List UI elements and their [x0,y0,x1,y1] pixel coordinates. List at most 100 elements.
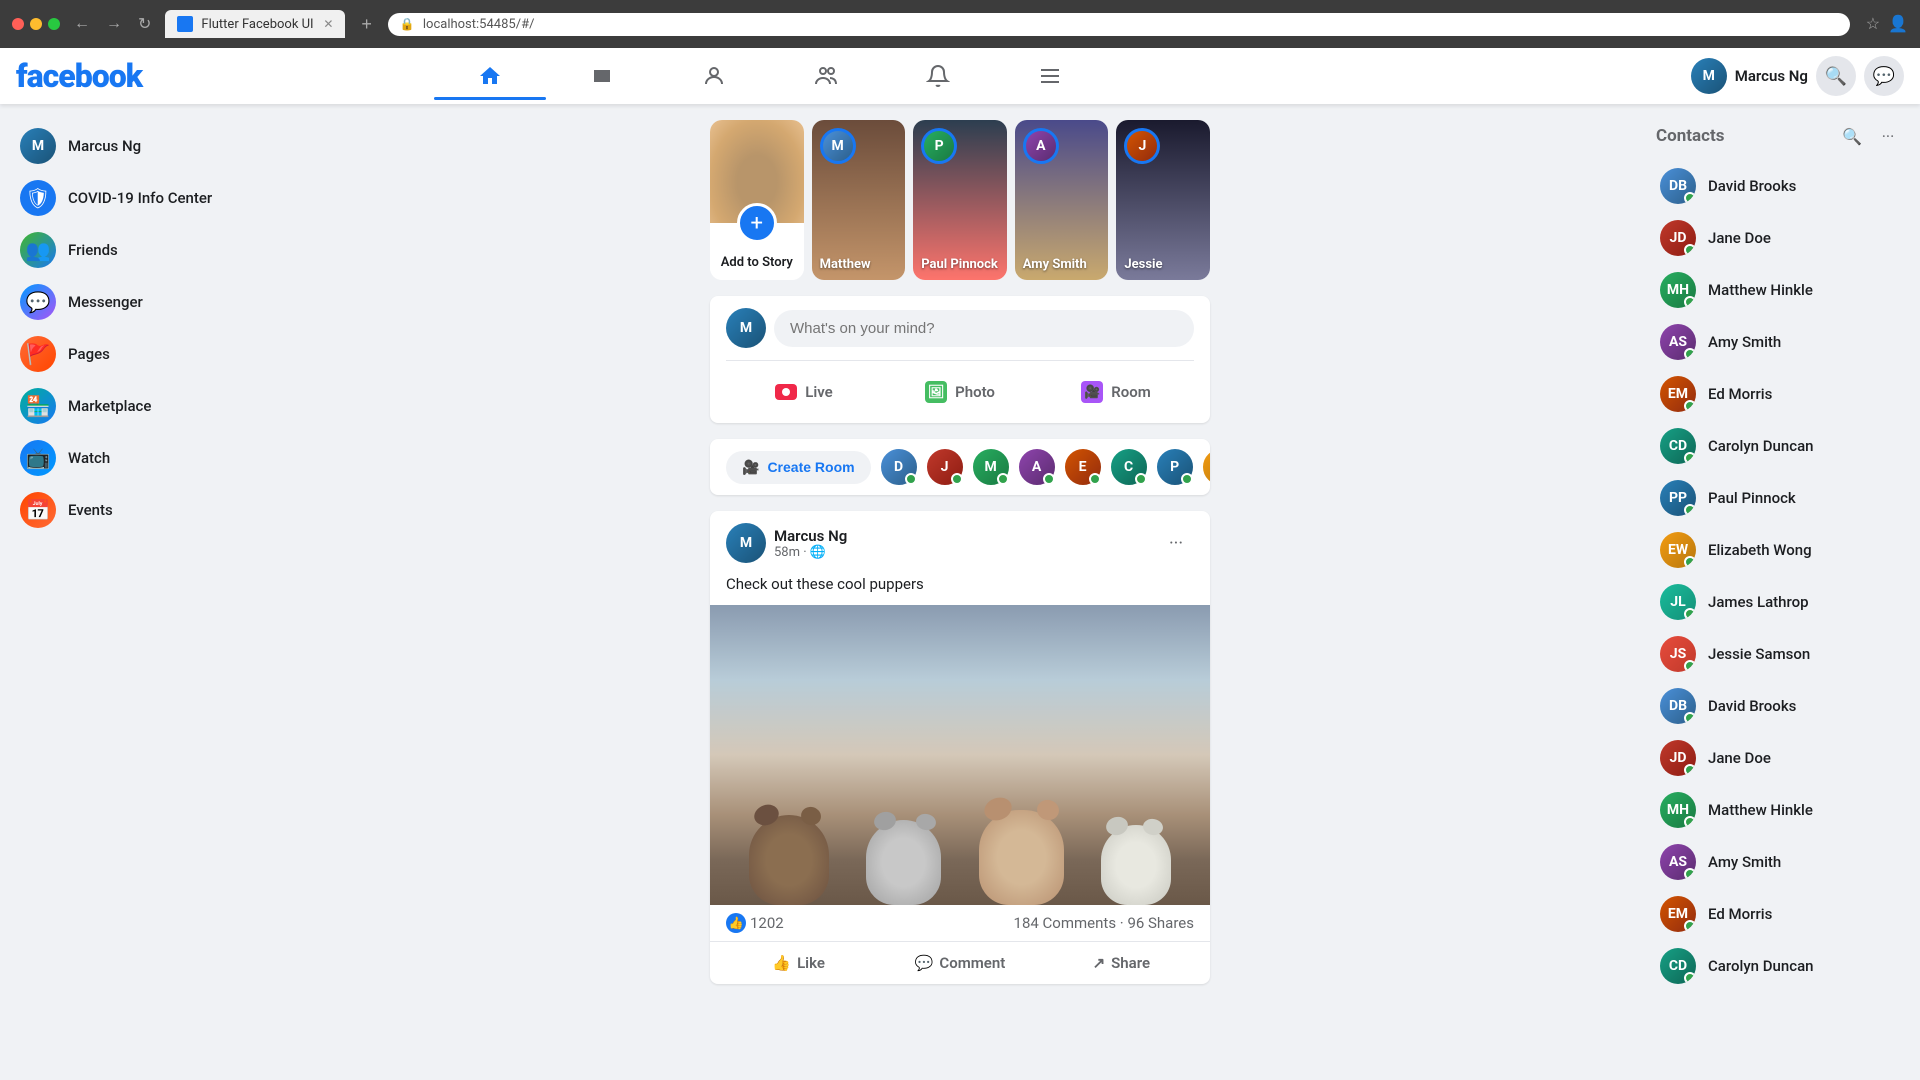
browser-back-button[interactable]: ← [68,12,96,36]
story-jessie-name: Jessie [1124,257,1202,272]
room-avatar-4: A [1017,447,1057,487]
browser-url: localhost:54485/#/ [423,17,535,32]
room-bar: 🎥 Create Room D J M [710,439,1210,495]
online-dot-1 [905,473,917,485]
post-comment-button[interactable]: 💬 Comment [879,946,1040,980]
post-header: M Marcus Ng 58m · 🌐 ··· [710,511,1210,575]
contact-item-11[interactable]: JD Jane Doe [1648,732,1912,784]
contact-item-0[interactable]: DB David Brooks [1648,160,1912,212]
browser-tab[interactable]: Flutter Facebook UI ✕ [165,10,345,38]
browser-dot-red[interactable] [12,18,24,30]
story-matthew[interactable]: M Matthew [812,120,906,280]
browser-dot-yellow[interactable] [30,18,42,30]
contact-item-5[interactable]: CD Carolyn Duncan [1648,420,1912,472]
live-icon [775,384,797,400]
nav-watch[interactable] [546,52,658,100]
contact-item-13[interactable]: AS Amy Smith [1648,836,1912,888]
fb-sidebar: M Marcus Ng 🛡 COVID-19 Info Center 👥 Fri… [0,104,280,1080]
create-room-button[interactable]: 🎥 Create Room [726,451,871,484]
menu-icon [1038,64,1062,88]
story-paul[interactable]: P Paul Pinnock [913,120,1007,280]
contact-item-10[interactable]: DB David Brooks [1648,680,1912,732]
contact-avatar-13: AS [1660,844,1696,880]
nav-profile[interactable] [658,52,770,100]
contacts-search-button[interactable]: 🔍 [1836,120,1868,152]
nav-friends[interactable] [770,52,882,100]
browser-nav-buttons: ← → ↻ [68,12,157,36]
contact-item-3[interactable]: AS Amy Smith [1648,316,1912,368]
room-avatar-8: E [1201,447,1210,487]
contact-avatar-7: EW [1660,532,1696,568]
browser-bookmark-button[interactable]: ☆ [1866,14,1880,34]
browser-actions: ☆ 👤 [1866,14,1908,34]
story-paul-avatar: P [921,128,957,164]
post-like-button[interactable]: 👍 Like [718,946,879,980]
composer-input[interactable] [774,310,1194,347]
room-avatar-7: P [1155,447,1195,487]
story-amy[interactable]: A Amy Smith [1015,120,1109,280]
online-dot-7 [1181,473,1193,485]
browser-new-tab-button[interactable]: + [353,14,380,35]
contact-item-1[interactable]: JD Jane Doe [1648,212,1912,264]
contact-name-0: David Brooks [1708,177,1796,195]
story-add-card[interactable]: + Add to Story [710,120,804,280]
header-messenger-button[interactable]: 💬 [1864,56,1904,96]
contact-item-6[interactable]: PP Paul Pinnock [1648,472,1912,524]
contact-item-8[interactable]: JL James Lathrop [1648,576,1912,628]
composer-room-action[interactable]: 🎥 Room [1038,373,1194,411]
sidebar-marketplace-icon: 🏪 [20,388,56,424]
story-jessie[interactable]: J Jessie [1116,120,1210,280]
contact-item-2[interactable]: MH Matthew Hinkle [1648,264,1912,316]
contacts-list: DB David Brooks JD Jane Doe MH Matthew H… [1648,160,1912,992]
browser-profile-button[interactable]: 👤 [1888,14,1908,34]
nav-home[interactable] [434,52,546,100]
reaction-like-icon: 👍 [726,913,746,933]
post-username: Marcus Ng [774,527,1150,545]
nav-menu[interactable] [994,52,1106,100]
sidebar-item-marketplace[interactable]: 🏪 Marketplace [8,380,272,432]
sidebar-item-watch[interactable]: 📺 Watch [8,432,272,484]
composer-live-label: Live [805,383,833,401]
sidebar-item-pages[interactable]: 🚩 Pages [8,328,272,380]
header-search-button[interactable]: 🔍 [1816,56,1856,96]
browser-address-bar[interactable]: 🔒 localhost:54485/#/ [388,13,1850,36]
contact-online-dot-13 [1684,868,1696,880]
contact-item-12[interactable]: MH Matthew Hinkle [1648,784,1912,836]
contact-item-7[interactable]: EW Elizabeth Wong [1648,524,1912,576]
header-avatar: M [1691,58,1727,94]
sidebar-item-events[interactable]: 📅 Events [8,484,272,536]
contact-avatar-0: DB [1660,168,1696,204]
sidebar-watch-label: Watch [68,449,110,467]
share-arrow-icon: ↗ [1093,954,1106,972]
contact-online-dot-4 [1684,400,1696,412]
story-jessie-avatar: J [1124,128,1160,164]
post-shares-count: 96 Shares [1127,914,1194,932]
like-thumb-icon: 👍 [772,954,791,972]
browser-chrome: ← → ↻ Flutter Facebook UI ✕ + 🔒 localhos… [0,0,1920,48]
contact-online-dot-7 [1684,556,1696,568]
contact-item-14[interactable]: EM Ed Morris [1648,888,1912,940]
contact-item-9[interactable]: JS Jessie Samson [1648,628,1912,680]
composer-photo-action[interactable]: 🖼 Photo [882,373,1038,411]
header-profile[interactable]: M Marcus Ng [1691,58,1808,94]
header-username: Marcus Ng [1735,67,1808,85]
post-share-label: Share [1111,954,1150,972]
browser-forward-button[interactable]: → [100,12,128,36]
composer-avatar: M [726,308,766,348]
contact-item-15[interactable]: CD Carolyn Duncan [1648,940,1912,992]
post-share-button[interactable]: ↗ Share [1041,946,1202,980]
browser-tab-close[interactable]: ✕ [323,17,333,31]
browser-dot-green[interactable] [48,18,60,30]
sidebar-item-covid[interactable]: 🛡 COVID-19 Info Center [8,172,272,224]
post-more-button[interactable]: ··· [1158,525,1194,561]
sidebar-item-marcus[interactable]: M Marcus Ng [8,120,272,172]
composer-live-action[interactable]: Live [726,373,882,411]
room-avatar-3: M [971,447,1011,487]
sidebar-item-friends[interactable]: 👥 Friends [8,224,272,276]
contact-item-4[interactable]: EM Ed Morris [1648,368,1912,420]
online-dot-3 [997,473,1009,485]
nav-notifications[interactable] [882,52,994,100]
browser-refresh-button[interactable]: ↻ [132,12,157,36]
contacts-options-button[interactable]: ··· [1872,120,1904,152]
sidebar-item-messenger[interactable]: 💬 Messenger [8,276,272,328]
